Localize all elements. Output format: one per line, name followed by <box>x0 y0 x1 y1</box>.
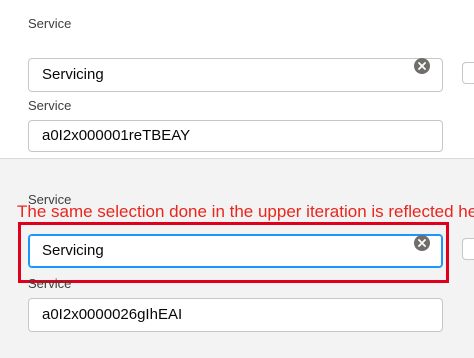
upper-iteration-section: Service Servicing Service a0I2x000001reT… <box>0 0 474 158</box>
service-lookup-field[interactable]: Servicing <box>28 58 443 92</box>
clear-selection-icon[interactable] <box>414 58 430 74</box>
service-id-value: a0I2x000001reTBEAY <box>42 127 191 144</box>
service-id-value: a0I2x0000026gIhEAI <box>42 306 183 323</box>
side-checkbox[interactable] <box>462 238 474 260</box>
side-checkbox[interactable] <box>462 62 474 84</box>
service-id-label: Service <box>28 276 72 291</box>
service-id-field[interactable]: a0I2x000001reTBEAY <box>28 120 443 152</box>
service-id-field[interactable]: a0I2x0000026gIhEAI <box>28 298 443 332</box>
highlight-annotation-box <box>18 222 449 283</box>
service-label: Service <box>28 16 72 31</box>
service-lookup-value: Servicing <box>42 66 104 83</box>
annotation-text: The same selection done in the upper ite… <box>17 202 474 221</box>
service-id-label: Service <box>28 98 72 113</box>
